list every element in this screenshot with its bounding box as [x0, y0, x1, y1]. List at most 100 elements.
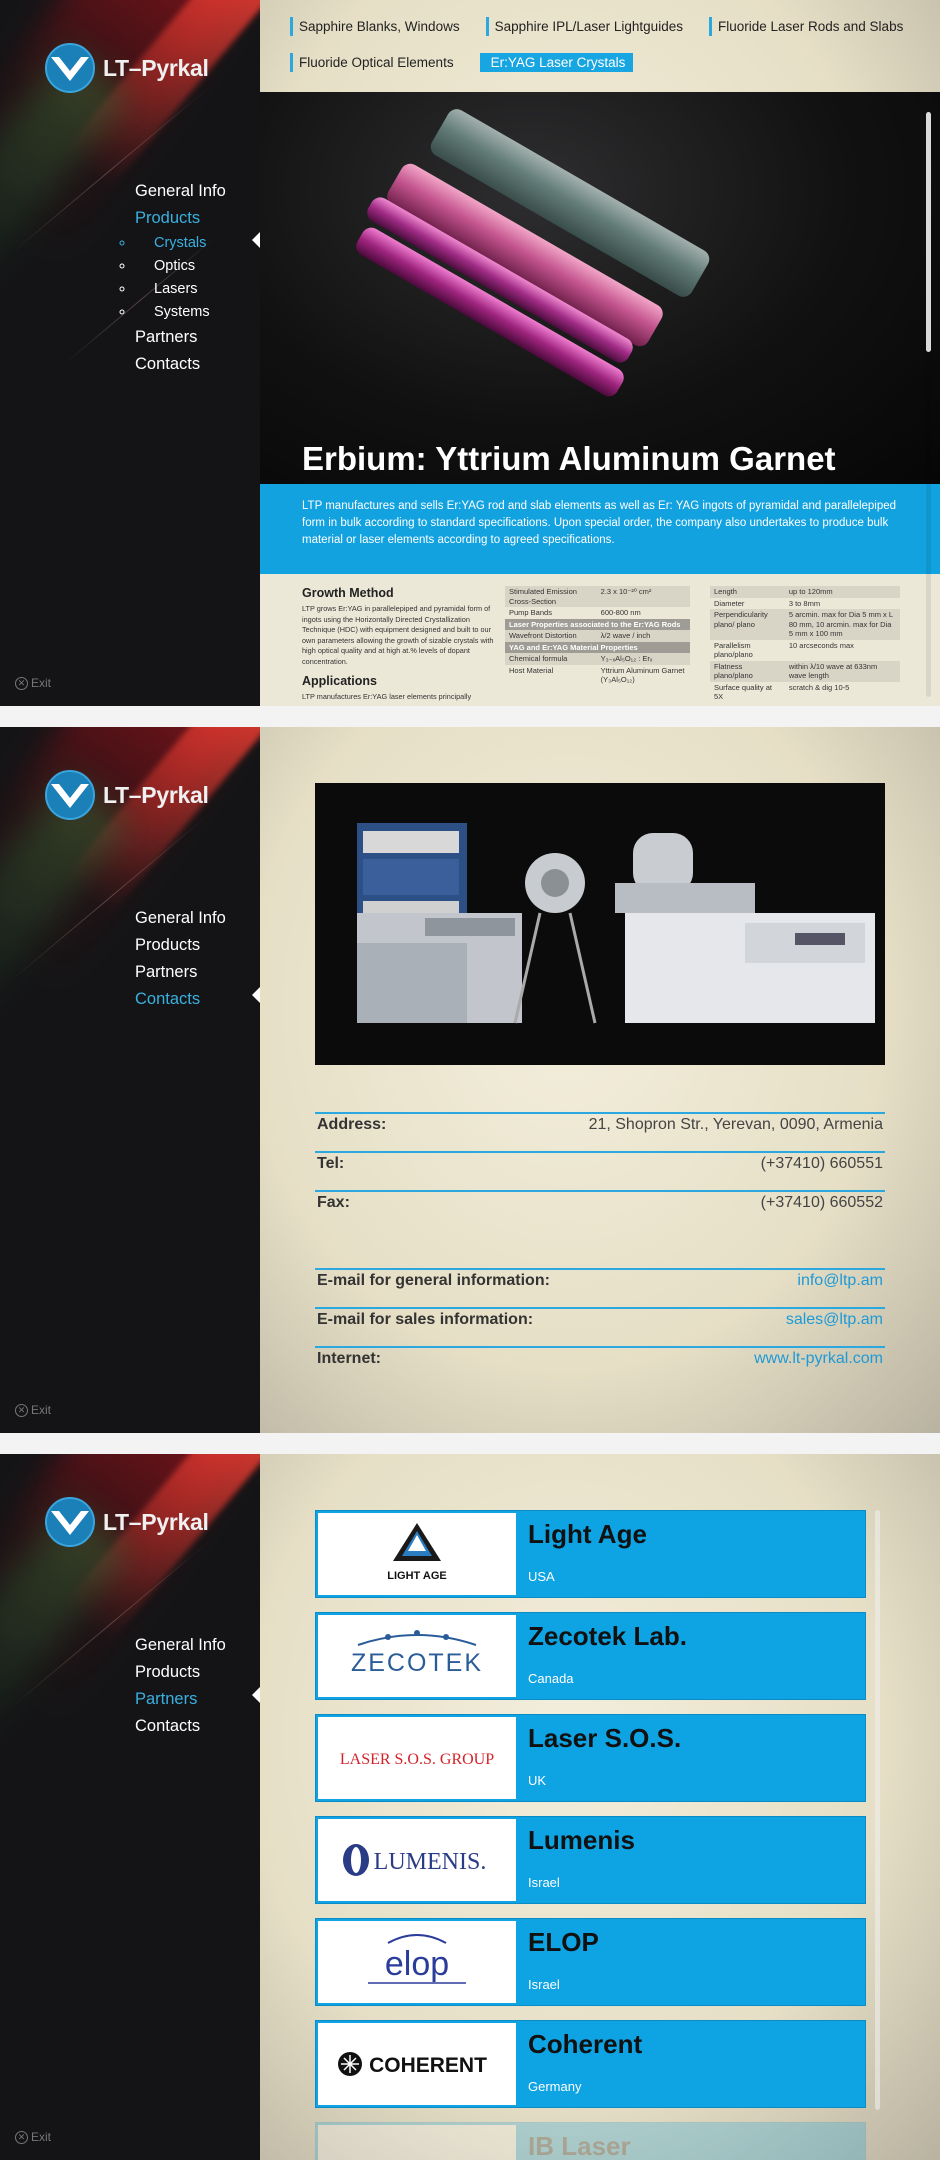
partner-card[interactable]: IB Laser — [315, 2122, 866, 2160]
exit-button[interactable]: ✕ Exit — [15, 676, 51, 690]
scrollbar-thumb[interactable] — [926, 112, 931, 352]
tel-value: (+37410) 660551 — [760, 1155, 883, 1172]
address-value: 21, Shopron Str., Yerevan, 0090, Armenia — [588, 1116, 883, 1133]
nav-contacts[interactable]: Contacts — [135, 351, 226, 378]
spec-table-mid: Stimulated Emission Cross-Section 2.3 x 1… — [505, 586, 690, 686]
content-panel: LIGHT AGE Light Age USA ZECOTEK Zecotek … — [260, 1454, 940, 2160]
address-row: Address: 21, Shopron Str., Yerevan, 0090,… — [315, 1112, 885, 1144]
partner-name: ELOP — [528, 1927, 599, 1957]
logo-text: LT–Pyrkal — [103, 54, 209, 81]
tab-eryag-crystals[interactable]: Er:YAG Laser Crystals — [479, 53, 634, 72]
main-nav: General Info Products Crystals Optics La… — [135, 178, 226, 378]
nav-general-info[interactable]: General Info — [135, 1632, 226, 1659]
sales-email-link[interactable]: sales@ltp.am — [786, 1311, 883, 1329]
website-link[interactable]: www.lt-pyrkal.com — [754, 1350, 883, 1368]
partner-country: Germany — [528, 2079, 582, 2094]
equipment-image — [357, 823, 875, 1024]
partner-country: Israel — [528, 1977, 560, 1992]
subnav-optics[interactable]: Optics — [135, 255, 226, 278]
exit-label: Exit — [31, 676, 52, 690]
intro-text: LTP manufactures and sells Er:YAG rod an… — [260, 484, 940, 574]
general-email-link[interactable]: info@ltp.am — [797, 1272, 883, 1290]
products-screen: LT–Pyrkal General Info Products Crystals… — [0, 0, 940, 706]
nav-products[interactable]: Products — [135, 1659, 226, 1686]
svg-text:LIGHT AGE: LIGHT AGE — [387, 1570, 446, 1582]
products-subnav: Crystals Optics Lasers Systems — [135, 232, 226, 324]
logo-mark-icon — [45, 43, 95, 93]
active-pointer-icon — [252, 986, 260, 1004]
growth-heading: Growth Method — [302, 586, 394, 600]
details-section: Growth Method LTP grows Er:YAG in parall… — [260, 574, 940, 706]
svg-text:ZECOTEK: ZECOTEK — [351, 1649, 483, 1677]
tab-fluoride-optical[interactable]: Fluoride Optical Elements — [290, 53, 460, 72]
nav-contacts[interactable]: Contacts — [135, 1713, 226, 1740]
partner-logo: elop — [318, 1921, 516, 2003]
partner-card[interactable]: LUMENIS. Lumenis Israel — [315, 1816, 866, 1904]
product-tabs: Sapphire Blanks, Windows Sapphire IPL/La… — [290, 17, 930, 72]
close-icon: ✕ — [15, 676, 28, 690]
partner-logo: ZECOTEK — [318, 1615, 516, 1697]
svg-text:elop: elop — [385, 1945, 449, 1983]
partner-name: Laser S.O.S. — [528, 1723, 682, 1753]
svg-text:LUMENIS.: LUMENIS. — [374, 1849, 487, 1875]
partner-card[interactable]: elop ELOP Israel — [315, 1918, 866, 2006]
spec-table-right: Length up to 120mm Diameter 3 to 8mm Perpe… — [710, 586, 900, 703]
close-icon: ✕ — [15, 2130, 28, 2144]
nav-general-info[interactable]: General Info — [135, 178, 226, 205]
partner-logo: LASER S.O.S. GROUP — [318, 1717, 516, 1799]
svg-text:LASER S.O.S. GROUP: LASER S.O.S. GROUP — [340, 1751, 494, 1768]
logo-text: LT–Pyrkal — [103, 781, 209, 808]
active-pointer-icon — [252, 231, 260, 249]
exit-button[interactable]: ✕ Exit — [15, 1403, 51, 1417]
partner-name: Zecotek Lab. — [528, 1621, 687, 1651]
partner-card[interactable]: ZECOTEK Zecotek Lab. Canada — [315, 1612, 866, 1700]
applications-heading: Applications — [302, 674, 378, 688]
app-logo[interactable]: LT–Pyrkal — [45, 770, 209, 820]
nav-partners[interactable]: Partners — [135, 324, 226, 351]
partner-logo: LIGHT AGE — [318, 1513, 516, 1595]
nav-partners[interactable]: Partners — [135, 959, 226, 986]
general-email-row: E-mail for general information: info@ltp.… — [315, 1268, 885, 1300]
nav-general-info[interactable]: General Info — [135, 905, 226, 932]
exit-label: Exit — [31, 1403, 52, 1417]
app-logo[interactable]: LT–Pyrkal — [45, 1497, 209, 1547]
partner-name: Coherent — [528, 2029, 643, 2059]
internet-row: Internet: www.lt-pyrkal.com — [315, 1346, 885, 1378]
close-icon: ✕ — [15, 1403, 28, 1417]
exit-button[interactable]: ✕ Exit — [15, 2130, 51, 2144]
partner-country: Israel — [528, 1875, 560, 1890]
equipment-photo — [315, 783, 885, 1065]
logo-mark-icon — [45, 1497, 95, 1547]
tel-row: Tel: (+37410) 660551 — [315, 1151, 885, 1183]
scrollbar-thumb[interactable] — [875, 1510, 880, 2110]
tab-sapphire-lightguides[interactable]: Sapphire IPL/Laser Lightguides — [485, 17, 689, 36]
partner-logo — [318, 2125, 516, 2160]
fax-row: Fax: (+37410) 660552 — [315, 1190, 885, 1222]
tab-sapphire-blanks[interactable]: Sapphire Blanks, Windows — [290, 17, 466, 36]
logo-text: LT–Pyrkal — [103, 1508, 209, 1535]
sidebar: LT–Pyrkal General Info Products Partners… — [0, 1454, 260, 2160]
fax-value: (+37410) 660552 — [760, 1194, 883, 1211]
nav-products[interactable]: Products — [135, 932, 226, 959]
partner-card[interactable]: LASER S.O.S. GROUP Laser S.O.S. UK — [315, 1714, 866, 1802]
sales-email-row: E-mail for sales information: sales@ltp.a… — [315, 1307, 885, 1339]
subnav-systems[interactable]: Systems — [135, 301, 226, 324]
nav-products[interactable]: Products — [135, 205, 226, 232]
partner-country: Canada — [528, 1671, 574, 1686]
subnav-lasers[interactable]: Lasers — [135, 278, 226, 301]
partner-name: Light Age — [528, 1519, 647, 1549]
partner-card[interactable]: COHERENT Coherent Germany — [315, 2020, 866, 2108]
hero-image: Erbium: Yttrium Aluminum Garnet — [260, 92, 940, 484]
nav-partners[interactable]: Partners — [135, 1686, 226, 1713]
growth-text: LTP grows Er:YAG in parallelepiped and p… — [302, 604, 494, 666]
main-nav: General Info Products Partners Contacts — [135, 1632, 226, 1740]
tab-fluoride-rods[interactable]: Fluoride Laser Rods and Slabs — [708, 17, 909, 36]
nav-contacts[interactable]: Contacts — [135, 986, 226, 1013]
partners-screen: LT–Pyrkal General Info Products Partners… — [0, 1454, 940, 2160]
partner-card[interactable]: LIGHT AGE Light Age USA — [315, 1510, 866, 1598]
contacts-screen: LT–Pyrkal General Info Products Partners… — [0, 727, 940, 1433]
subnav-crystals[interactable]: Crystals — [135, 232, 226, 255]
partner-name: IB Laser — [528, 2131, 631, 2160]
app-logo[interactable]: LT–Pyrkal — [45, 43, 209, 93]
partner-country: UK — [528, 1773, 547, 1788]
